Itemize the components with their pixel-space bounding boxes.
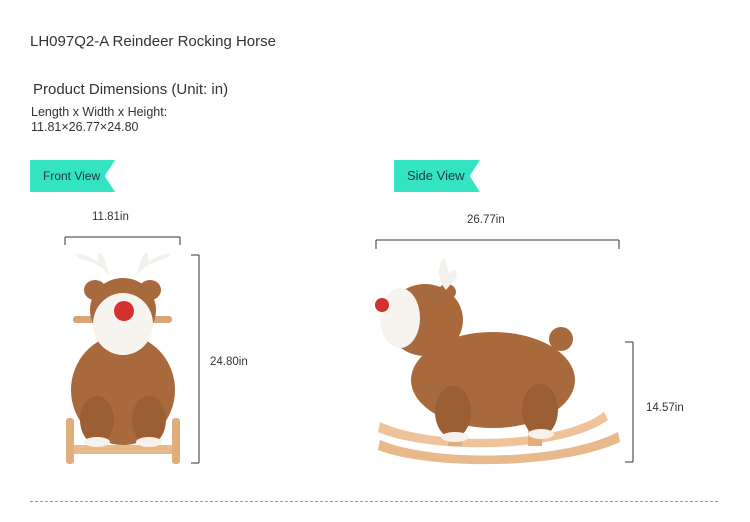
side-height-dimension-line	[625, 341, 634, 463]
front-view-reindeer-image	[66, 253, 180, 464]
illustration-canvas	[64, 236, 634, 465]
bottom-divider	[30, 501, 718, 502]
side-view-reindeer-image	[375, 258, 620, 465]
front-height-dimension-line	[191, 254, 200, 464]
front-width-dimension-line	[64, 236, 181, 245]
side-length-dimension-line	[375, 239, 620, 249]
